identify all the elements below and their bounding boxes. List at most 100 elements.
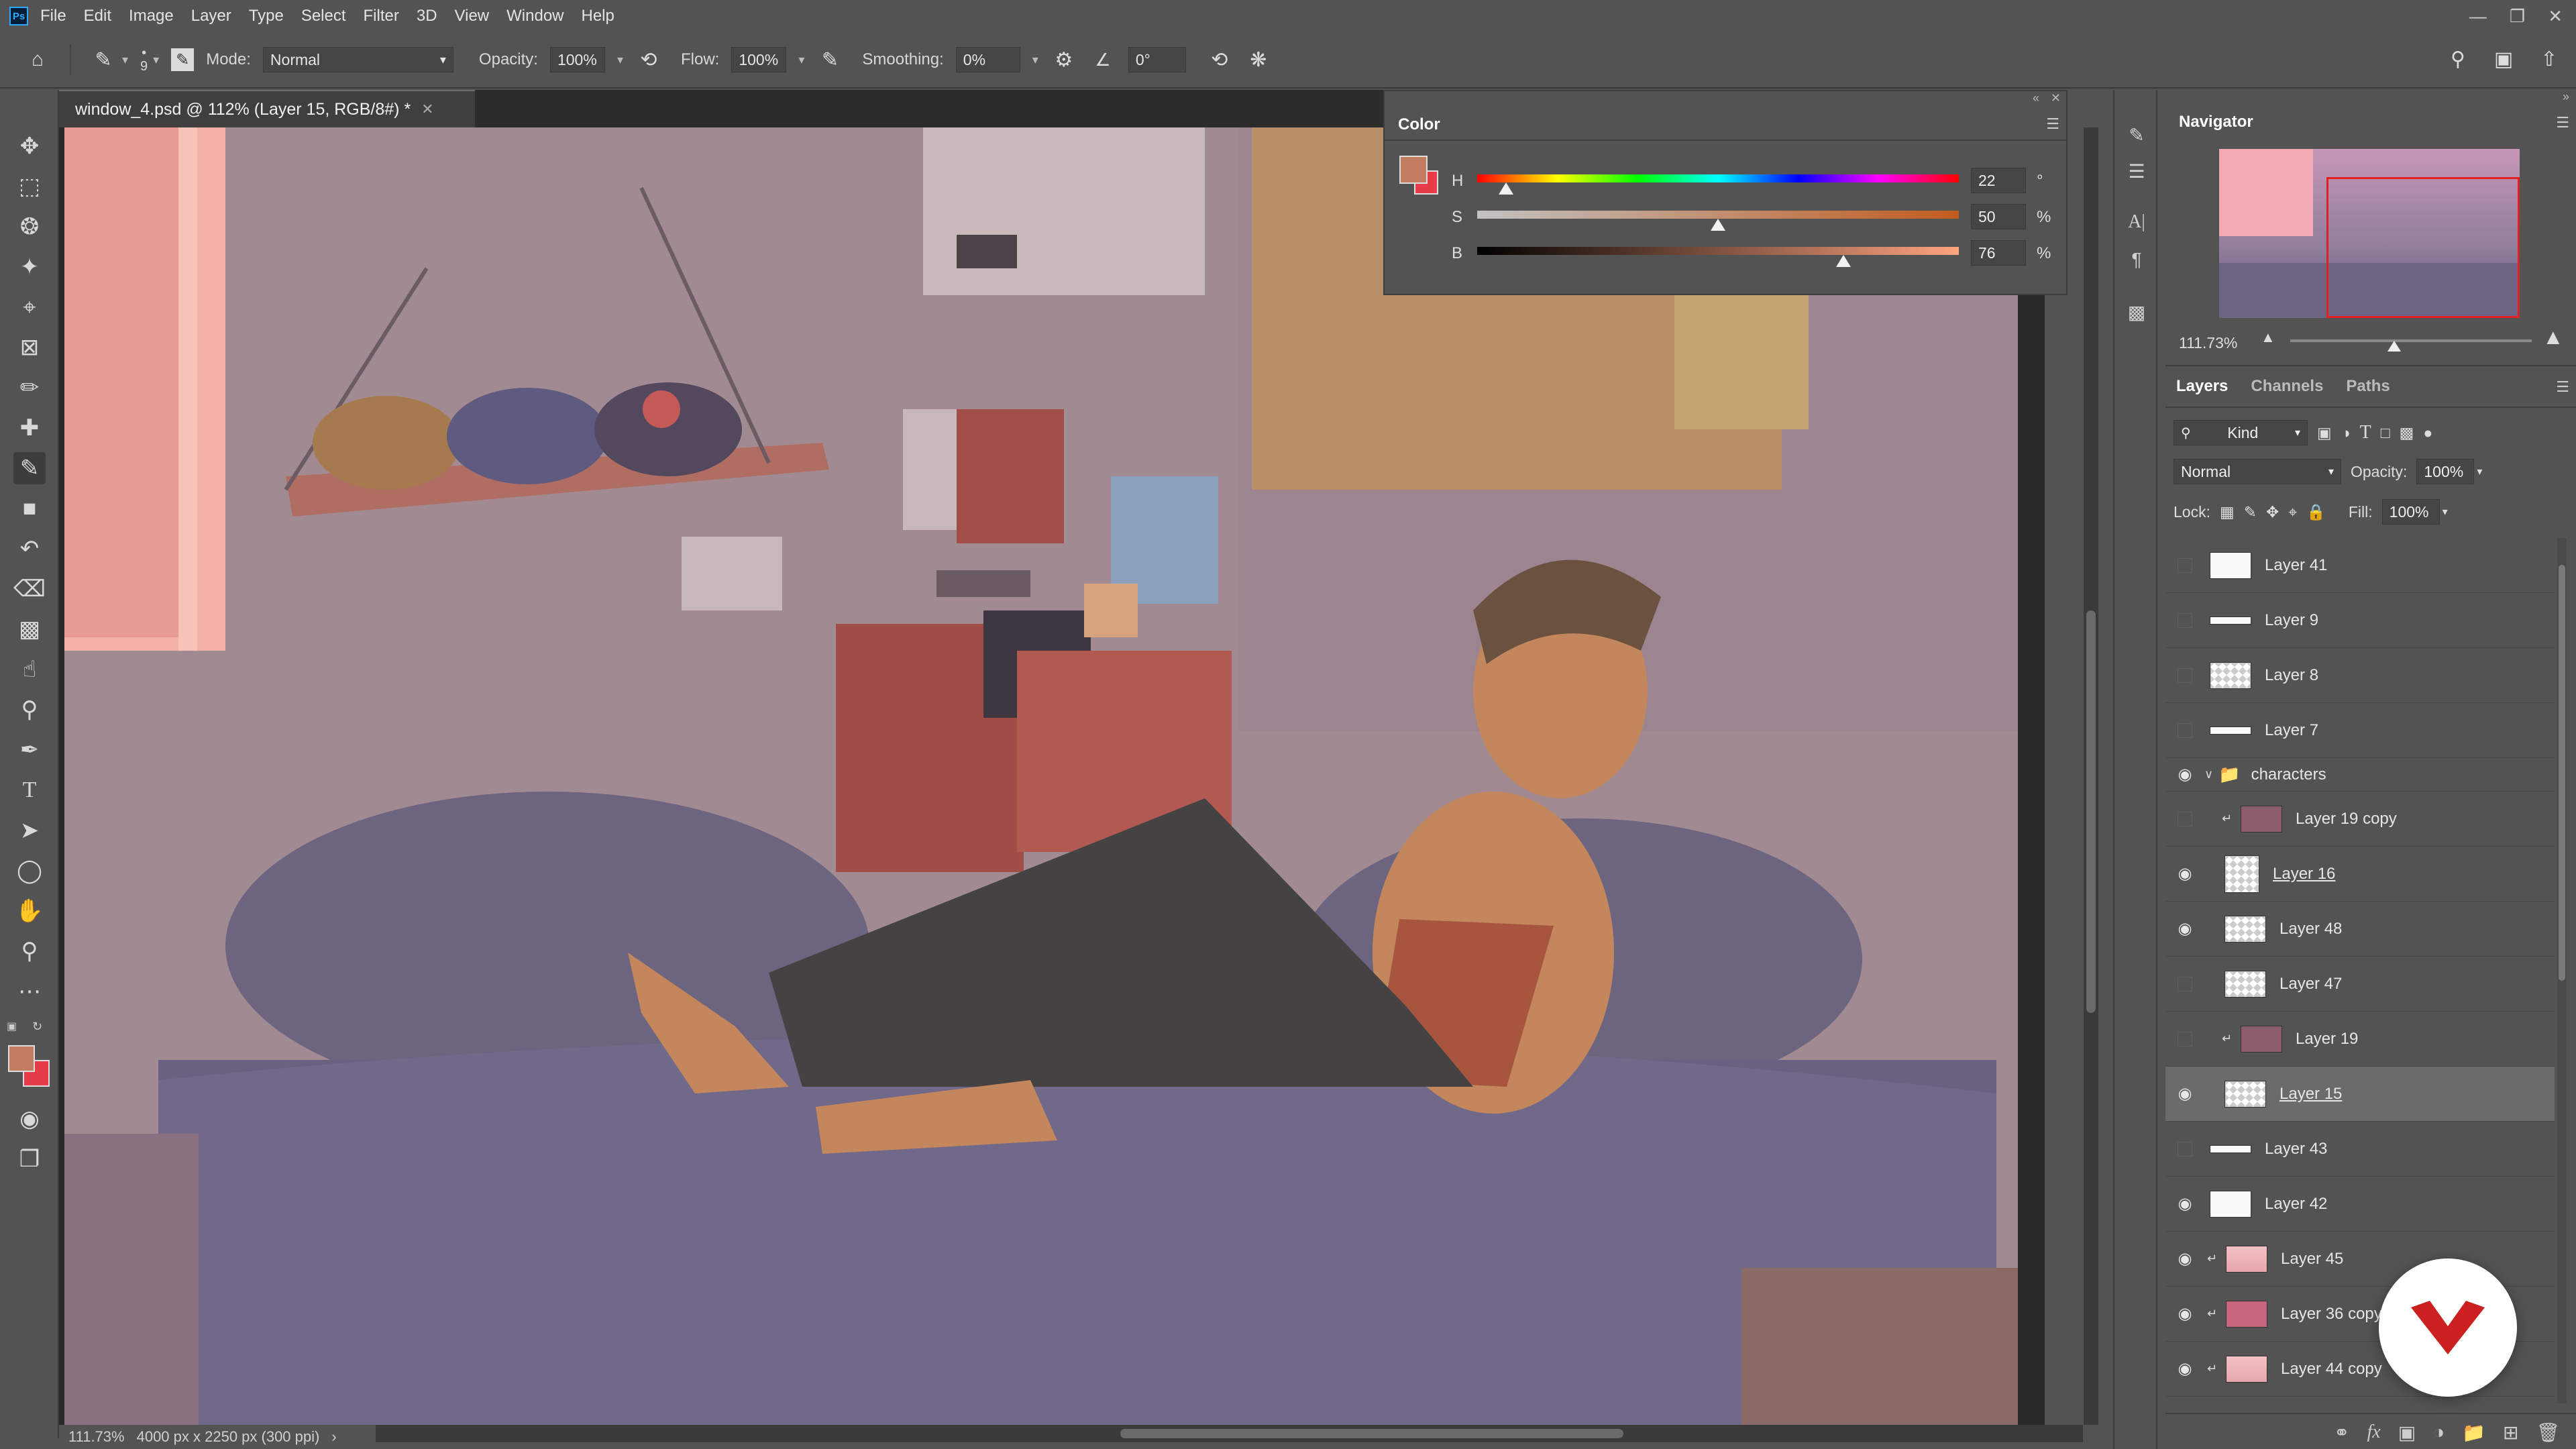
healing-brush-tool-icon[interactable]: ✚ bbox=[13, 412, 46, 444]
brush-tool-icon[interactable]: ✎ bbox=[13, 452, 46, 484]
filter-pixel-icon[interactable]: ▣ bbox=[2317, 424, 2332, 442]
eye-icon[interactable]: ◉ bbox=[2165, 864, 2204, 883]
menu-edit[interactable]: Edit bbox=[84, 7, 111, 25]
color-foreground-swatch[interactable] bbox=[1399, 156, 1428, 184]
brush-preset-icon[interactable]: ✎ bbox=[90, 46, 117, 73]
eye-icon[interactable]: ◉ bbox=[2165, 1084, 2204, 1104]
zoom-in-icon[interactable]: ▲ bbox=[2542, 325, 2564, 350]
type-tool-icon[interactable]: T bbox=[13, 774, 46, 806]
adjustment-layer-icon[interactable]: ◑ bbox=[2433, 1421, 2445, 1443]
smoothing-field[interactable]: 0% bbox=[955, 47, 1020, 72]
saturation-slider[interactable] bbox=[1477, 211, 1959, 219]
eye-icon[interactable]: ◉ bbox=[2165, 1304, 2204, 1324]
panel-menu-icon[interactable]: ☰ bbox=[2046, 115, 2059, 133]
eye-icon[interactable]: ◉ bbox=[2165, 919, 2204, 938]
navigator-zoom-value[interactable]: 111.73% bbox=[2179, 334, 2237, 352]
close-panel-icon[interactable]: ✕ bbox=[2051, 91, 2061, 105]
canvas-horizontal-scrollbar[interactable] bbox=[376, 1425, 2083, 1442]
fill-field[interactable]: 100% bbox=[2381, 499, 2440, 525]
hand-tool-icon[interactable]: ✋ bbox=[13, 895, 46, 927]
layer-effects-icon[interactable]: fx bbox=[2367, 1421, 2381, 1443]
visibility-toggle[interactable] bbox=[2178, 1031, 2192, 1046]
add-mask-icon[interactable]: ▣ bbox=[2398, 1421, 2416, 1444]
layer-row[interactable]: Layer 43 bbox=[2165, 1122, 2555, 1177]
artwork-canvas[interactable] bbox=[64, 127, 2018, 1425]
layer-row[interactable]: Layer 8 bbox=[2165, 648, 2555, 703]
layers-scrollbar[interactable] bbox=[2557, 538, 2567, 1403]
scrollbar-thumb[interactable] bbox=[1120, 1429, 1623, 1438]
minimize-icon[interactable]: — bbox=[2469, 6, 2487, 27]
new-layer-icon[interactable]: ⊞ bbox=[2503, 1421, 2518, 1444]
lock-artboard-icon[interactable]: ⌖ bbox=[2288, 503, 2297, 521]
brush-size-picker[interactable]: • 9 bbox=[140, 46, 148, 73]
layer-row[interactable]: Layer 41 bbox=[2165, 538, 2555, 593]
tab-channels[interactable]: Channels bbox=[2251, 377, 2323, 396]
layer-group-row[interactable]: ◉ ∨ 📁 characters bbox=[2165, 758, 2555, 792]
panel-menu-icon[interactable]: ☰ bbox=[2556, 378, 2569, 396]
layer-row[interactable]: Layer 7 bbox=[2165, 703, 2555, 758]
layer-row-selected[interactable]: ◉ Layer 15 bbox=[2165, 1067, 2555, 1122]
properties-panel-icon[interactable]: ▩ bbox=[2123, 298, 2151, 326]
lock-all-icon[interactable]: 🔒 bbox=[2306, 503, 2326, 521]
delete-layer-icon[interactable]: 🗑 bbox=[2536, 1421, 2560, 1444]
opacity-field[interactable]: 100% bbox=[549, 47, 605, 72]
share-icon[interactable]: ⇧ bbox=[2536, 46, 2563, 72]
flow-field[interactable]: 100% bbox=[731, 47, 787, 72]
workspace-icon[interactable]: ▣ bbox=[2490, 46, 2517, 72]
chevron-down-icon[interactable]: ▾ bbox=[2477, 465, 2482, 478]
brush-settings-panel-icon[interactable]: ✎ bbox=[2123, 121, 2151, 149]
visibility-toggle[interactable] bbox=[2178, 1141, 2192, 1157]
eye-icon[interactable]: ◉ bbox=[2165, 1194, 2204, 1214]
tab-paths[interactable]: Paths bbox=[2346, 377, 2390, 396]
navigator-preview[interactable] bbox=[2219, 149, 2520, 318]
menu-image[interactable]: Image bbox=[129, 7, 174, 25]
eyedropper-tool-icon[interactable]: ✏ bbox=[13, 372, 46, 404]
zoom-tool-icon[interactable]: ⚲ bbox=[13, 935, 46, 967]
visibility-toggle[interactable] bbox=[2178, 722, 2192, 738]
link-layers-icon[interactable]: ⚭ bbox=[2334, 1421, 2349, 1444]
menu-layer[interactable]: Layer bbox=[191, 7, 231, 25]
clone-stamp-tool-icon[interactable]: ■ bbox=[13, 492, 46, 525]
mode-select[interactable]: Normal ▾ bbox=[262, 47, 453, 72]
smudge-tool-icon[interactable]: ☝ bbox=[13, 653, 46, 686]
quick-mask-icon[interactable]: ◉ bbox=[13, 1103, 46, 1135]
dodge-tool-icon[interactable]: ⚲ bbox=[13, 694, 46, 726]
hue-slider[interactable] bbox=[1477, 174, 1959, 182]
zoom-out-icon[interactable]: ▲ bbox=[2261, 329, 2275, 346]
pen-tool-icon[interactable]: ✒ bbox=[13, 734, 46, 766]
visibility-toggle[interactable] bbox=[2178, 667, 2192, 683]
menu-filter[interactable]: Filter bbox=[364, 7, 399, 25]
brightness-value-field[interactable]: 76 bbox=[1971, 240, 2026, 266]
visibility-toggle[interactable] bbox=[2178, 976, 2192, 991]
layer-row[interactable]: Layer 47 bbox=[2165, 957, 2555, 1012]
move-tool-icon[interactable]: ✥ bbox=[13, 130, 46, 162]
adjustments-panel-icon[interactable]: ☰ bbox=[2123, 157, 2151, 185]
filter-kind-select[interactable]: ⚲ Kind ▾ bbox=[2174, 420, 2308, 445]
eye-icon[interactable]: ◉ bbox=[2165, 1249, 2204, 1269]
status-zoom[interactable]: 111.73% bbox=[68, 1428, 125, 1446]
chevron-down-icon[interactable]: ▾ bbox=[617, 53, 623, 67]
scrollbar-thumb[interactable] bbox=[2086, 610, 2096, 1013]
brightness-slider-handle[interactable] bbox=[1835, 255, 1851, 267]
restore-icon[interactable]: ❐ bbox=[2510, 6, 2525, 27]
visibility-toggle[interactable] bbox=[2178, 612, 2192, 628]
more-tools-icon[interactable]: ⋯ bbox=[13, 975, 46, 1008]
filter-type-icon[interactable]: T bbox=[2360, 422, 2371, 443]
home-icon[interactable]: ⌂ bbox=[24, 46, 51, 73]
canvas-vertical-scrollbar[interactable] bbox=[2084, 127, 2098, 1425]
collapse-panel-icon[interactable]: » bbox=[2563, 90, 2569, 104]
airbrush-icon[interactable]: ✎ bbox=[816, 46, 843, 73]
character-panel-icon[interactable]: A| bbox=[2123, 208, 2151, 236]
layer-opacity-field[interactable]: 100% bbox=[2416, 459, 2475, 484]
chevron-down-icon[interactable]: ▾ bbox=[798, 53, 804, 67]
brightness-slider[interactable] bbox=[1477, 247, 1959, 255]
lock-pixels-icon[interactable]: ✎ bbox=[2244, 503, 2257, 521]
search-icon[interactable]: ⚲ bbox=[2445, 46, 2471, 72]
lasso-tool-icon[interactable]: ❂ bbox=[13, 211, 46, 243]
scrollbar-thumb[interactable] bbox=[2559, 565, 2565, 981]
foreground-color-swatch[interactable] bbox=[8, 1045, 35, 1072]
visibility-toggle[interactable] bbox=[2178, 811, 2192, 826]
brush-settings-icon[interactable]: ✎ bbox=[171, 48, 195, 71]
visibility-toggle[interactable] bbox=[2178, 557, 2192, 573]
eye-icon[interactable]: ◉ bbox=[2165, 1359, 2204, 1379]
